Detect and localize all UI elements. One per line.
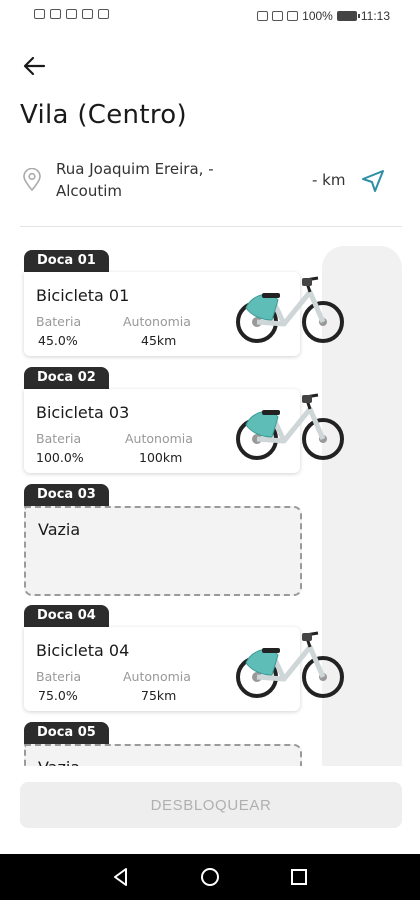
battery-icon [336,11,360,21]
location-pin-icon [23,168,41,192]
dock-tag: Doca 02 [24,367,109,389]
recents-square-icon[interactable] [288,866,310,888]
bike-image [236,631,344,698]
empty-slot-card: Vazia [24,506,302,596]
empty-label: Vazia [38,758,80,766]
battery-label: Bateria [36,431,82,446]
dock-tag: Doca 01 [24,250,109,272]
nfc-icon [257,11,269,21]
bike-name: Bicicleta 03 [36,403,130,422]
dock-tag: Doca 05 [24,722,109,744]
station-address: Rua Joaquim Ereira, - Alcoutim [56,160,214,200]
range-value: 75km [141,688,177,703]
navigate-icon[interactable] [360,168,386,194]
range-value: 45km [141,333,177,348]
battery-value: 45.0% [38,333,78,348]
empty-slot-card: Vazia [24,744,302,766]
bike-image [236,276,344,343]
status-bar: 100% 11:13 [0,0,420,34]
range-label: Autonomia [125,431,193,446]
dock-tag: Doca 03 [24,484,109,506]
divider [20,226,402,227]
battery-value: 100.0% [36,450,84,465]
dock-list[interactable]: Doca 01 Bicicleta 01 Bateria Autonomia 4… [0,250,420,766]
usb-icon [66,9,77,19]
vibrate-icon [287,11,299,21]
range-value: 100km [139,450,183,465]
back-triangle-icon[interactable] [110,866,132,888]
unlock-button[interactable]: DESBLOQUEAR [20,782,402,828]
home-circle-icon[interactable] [199,866,221,888]
battery-value: 75.0% [38,688,78,703]
bike-name: Bicicleta 04 [36,641,130,660]
mail-icon [82,9,93,19]
bike-name: Bicicleta 01 [36,286,130,305]
empty-label: Vazia [38,520,81,539]
bike-image [236,393,344,460]
battery-label: Bateria [36,669,82,684]
system-icons: 100% 11:13 [257,9,390,23]
back-arrow-icon[interactable] [20,52,48,80]
system-nav-bar [0,854,420,900]
bluetooth-icon [272,11,284,21]
page-title: Vila (Centro) [20,100,187,130]
gmail-icon [98,9,109,19]
notification-icons [34,9,109,19]
battery-label: Bateria [36,314,82,329]
notification-icon [34,9,45,19]
station-distance: - km [312,171,346,189]
clock: 11:13 [360,9,390,23]
wifi-icon [50,9,61,19]
range-label: Autonomia [123,314,191,329]
range-label: Autonomia [123,669,191,684]
dock-tag: Doca 04 [24,605,109,627]
battery-percent: 100% [302,9,333,23]
